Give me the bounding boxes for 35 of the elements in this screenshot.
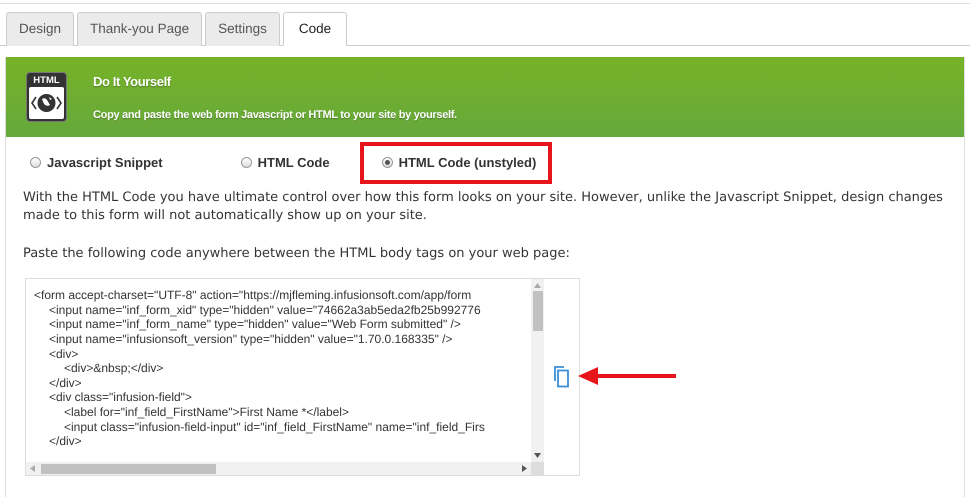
banner-subtitle: Copy and paste the web form Javascript or HTML to your site by yourself. <box>93 108 457 123</box>
description-text: With the HTML Code you have ultimate control over how this form looks on your site. However, unlike the Javascript Snippet, design changes made to this form will not automatically show up on your site. <box>22 189 944 226</box>
scrollbar-thumb[interactable] <box>41 464 216 474</box>
scrollbar-corner <box>531 462 544 476</box>
code-line: <div> <box>48 346 78 362</box>
code-line: </div> <box>48 376 82 390</box>
radio-label[interactable]: HTML Code <box>258 153 330 172</box>
code-text-area[interactable] <box>25 278 580 476</box>
code-line: <label for="inf_field_FirstName">First Name *</label> <box>63 405 349 420</box>
scroll-left-icon[interactable] <box>30 465 35 472</box>
scroll-right-icon[interactable] <box>522 465 527 472</box>
radio-button[interactable] <box>30 157 41 168</box>
tab[interactable]: Code <box>282 12 348 46</box>
code-line: <div class="infusion-field"> <box>48 390 192 405</box>
code-line: <div>&nbsp;</div> <box>63 361 164 376</box>
arrow-icon <box>578 367 678 386</box>
banner-title: Do It Yourself <box>93 73 172 92</box>
code-line: <input class="infusion-field-input" id="inf_field_FirstName" name="inf_field_Firs <box>63 420 485 434</box>
scrollbar-thumb[interactable] <box>532 291 542 332</box>
code-line: <input name="infusionsoft_version" type="hidden" value="1.70.0.168335" /> <box>48 332 453 347</box>
tab[interactable]: Design <box>6 12 74 46</box>
code-line: </div> <box>48 434 82 449</box>
tab[interactable]: Settings <box>205 12 280 46</box>
instruction-text: Paste the following code anywhere between the HTML body tags on your web page: <box>22 245 571 264</box>
scroll-up-icon[interactable] <box>534 283 541 288</box>
radio-label[interactable]: HTML Code (unstyled) <box>398 153 536 172</box>
tab[interactable]: Thank-you Page <box>77 12 202 46</box>
scroll-down-icon[interactable] <box>534 453 541 458</box>
code-line: <input name="inf_form_name" type="hidden" value="Web Form submitted" /> <box>48 317 461 332</box>
code-line: <form accept-charset="UTF-8" action="https://mjfleming.infusionsoft.com/app/form <box>34 288 472 303</box>
code-line: <input name="inf_form_xid" type="hidden" value="74662a3ab5eda2fb25b992776 <box>48 302 481 318</box>
radio-button[interactable] <box>240 157 252 168</box>
html-icon: HTML <box>26 72 67 122</box>
radio-button[interactable] <box>382 157 393 168</box>
radio-label[interactable]: Javascript Snippet <box>47 153 163 172</box>
